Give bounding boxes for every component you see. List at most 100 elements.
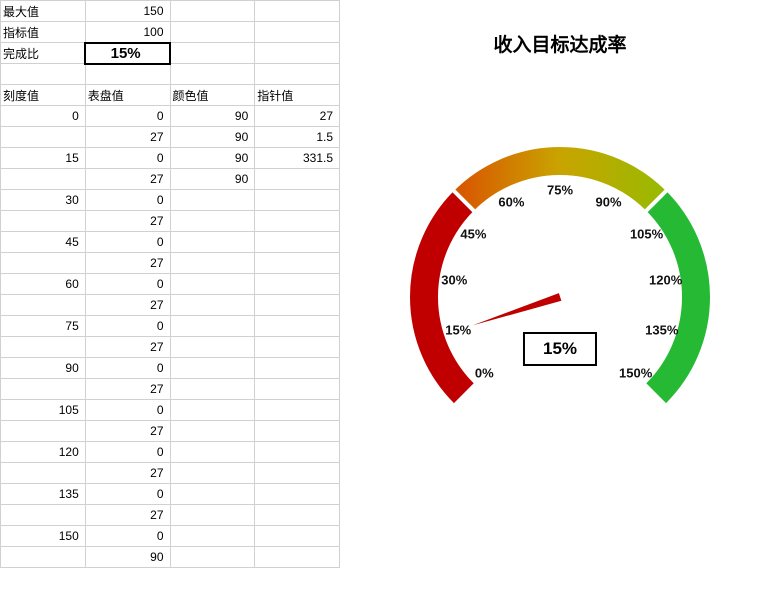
cell-color[interactable] bbox=[170, 253, 255, 274]
cell-dial[interactable]: 27 bbox=[85, 295, 170, 316]
max-label[interactable]: 最大值 bbox=[1, 1, 86, 22]
cell-needle[interactable]: 1.5 bbox=[255, 127, 340, 148]
cell-dial[interactable]: 27 bbox=[85, 379, 170, 400]
data-table[interactable]: 最大值 150 指标值 100 完成比 15% bbox=[0, 0, 340, 568]
cell-scale[interactable] bbox=[1, 463, 86, 484]
cell-needle[interactable] bbox=[255, 253, 340, 274]
empty-cell[interactable] bbox=[170, 1, 255, 22]
cell-scale[interactable] bbox=[1, 379, 86, 400]
cell-dial[interactable]: 0 bbox=[85, 526, 170, 547]
empty-cell[interactable] bbox=[170, 43, 255, 64]
cell-dial[interactable]: 27 bbox=[85, 337, 170, 358]
cell-dial[interactable]: 0 bbox=[85, 106, 170, 127]
cell-color[interactable]: 90 bbox=[170, 148, 255, 169]
cell-color[interactable] bbox=[170, 337, 255, 358]
cell-needle[interactable]: 331.5 bbox=[255, 148, 340, 169]
max-value-cell[interactable]: 150 bbox=[85, 1, 170, 22]
cell-dial[interactable]: 0 bbox=[85, 232, 170, 253]
cell-dial[interactable]: 0 bbox=[85, 442, 170, 463]
cell-scale[interactable]: 30 bbox=[1, 190, 86, 211]
cell-scale[interactable] bbox=[1, 211, 86, 232]
cell-color[interactable] bbox=[170, 211, 255, 232]
cell-scale[interactable]: 150 bbox=[1, 526, 86, 547]
cell-needle[interactable] bbox=[255, 442, 340, 463]
cell-scale[interactable] bbox=[1, 169, 86, 190]
empty-cell[interactable] bbox=[255, 43, 340, 64]
cell-needle[interactable] bbox=[255, 169, 340, 190]
cell-dial[interactable]: 27 bbox=[85, 421, 170, 442]
cell-color[interactable] bbox=[170, 526, 255, 547]
cell-dial[interactable]: 90 bbox=[85, 547, 170, 568]
cell-color[interactable] bbox=[170, 379, 255, 400]
cell-color[interactable]: 90 bbox=[170, 127, 255, 148]
cell-scale[interactable]: 45 bbox=[1, 232, 86, 253]
cell-scale[interactable] bbox=[1, 127, 86, 148]
cell-needle[interactable] bbox=[255, 316, 340, 337]
cell-color[interactable] bbox=[170, 505, 255, 526]
cell-color[interactable] bbox=[170, 484, 255, 505]
cell-needle[interactable] bbox=[255, 379, 340, 400]
col-scale-header[interactable]: 刻度值 bbox=[1, 85, 86, 106]
target-label[interactable]: 指标值 bbox=[1, 22, 86, 43]
col-color-header[interactable]: 颜色值 bbox=[170, 85, 255, 106]
cell-needle[interactable] bbox=[255, 400, 340, 421]
cell-needle[interactable]: 27 bbox=[255, 106, 340, 127]
cell-dial[interactable]: 27 bbox=[85, 505, 170, 526]
cell-needle[interactable] bbox=[255, 505, 340, 526]
cell-color[interactable] bbox=[170, 274, 255, 295]
empty-cell[interactable] bbox=[170, 22, 255, 43]
completion-value-cell[interactable]: 15% bbox=[85, 43, 170, 64]
cell-scale[interactable] bbox=[1, 505, 86, 526]
cell-needle[interactable] bbox=[255, 463, 340, 484]
cell-dial[interactable]: 27 bbox=[85, 211, 170, 232]
cell-color[interactable] bbox=[170, 358, 255, 379]
cell-scale[interactable] bbox=[1, 421, 86, 442]
cell-needle[interactable] bbox=[255, 526, 340, 547]
cell-scale[interactable]: 15 bbox=[1, 148, 86, 169]
cell-needle[interactable] bbox=[255, 421, 340, 442]
cell-color[interactable]: 90 bbox=[170, 106, 255, 127]
cell-dial[interactable]: 0 bbox=[85, 484, 170, 505]
cell-scale[interactable]: 60 bbox=[1, 274, 86, 295]
cell-scale[interactable] bbox=[1, 337, 86, 358]
cell-needle[interactable] bbox=[255, 232, 340, 253]
cell-dial[interactable]: 0 bbox=[85, 190, 170, 211]
cell-scale[interactable]: 90 bbox=[1, 358, 86, 379]
empty-cell[interactable] bbox=[255, 1, 340, 22]
cell-color[interactable] bbox=[170, 442, 255, 463]
cell-dial[interactable]: 27 bbox=[85, 463, 170, 484]
cell-scale[interactable]: 105 bbox=[1, 400, 86, 421]
cell-color[interactable] bbox=[170, 400, 255, 421]
col-needle-header[interactable]: 指针值 bbox=[255, 85, 340, 106]
target-value-cell[interactable]: 100 bbox=[85, 22, 170, 43]
cell-scale[interactable] bbox=[1, 253, 86, 274]
cell-color[interactable] bbox=[170, 421, 255, 442]
cell-needle[interactable] bbox=[255, 190, 340, 211]
empty-cell[interactable] bbox=[255, 22, 340, 43]
completion-label[interactable]: 完成比 bbox=[1, 43, 86, 64]
cell-color[interactable]: 90 bbox=[170, 169, 255, 190]
cell-dial[interactable]: 0 bbox=[85, 358, 170, 379]
cell-color[interactable] bbox=[170, 295, 255, 316]
cell-dial[interactable]: 0 bbox=[85, 148, 170, 169]
cell-needle[interactable] bbox=[255, 484, 340, 505]
cell-dial[interactable]: 27 bbox=[85, 169, 170, 190]
cell-needle[interactable] bbox=[255, 337, 340, 358]
col-dial-header[interactable]: 表盘值 bbox=[85, 85, 170, 106]
cell-color[interactable] bbox=[170, 232, 255, 253]
cell-color[interactable] bbox=[170, 190, 255, 211]
cell-scale[interactable]: 120 bbox=[1, 442, 86, 463]
cell-dial[interactable]: 27 bbox=[85, 253, 170, 274]
cell-scale[interactable]: 0 bbox=[1, 106, 86, 127]
cell-scale[interactable] bbox=[1, 295, 86, 316]
cell-dial[interactable]: 0 bbox=[85, 274, 170, 295]
cell-dial[interactable]: 27 bbox=[85, 127, 170, 148]
cell-needle[interactable] bbox=[255, 358, 340, 379]
cell-needle[interactable] bbox=[255, 547, 340, 568]
cell-color[interactable] bbox=[170, 547, 255, 568]
cell-needle[interactable] bbox=[255, 211, 340, 232]
cell-color[interactable] bbox=[170, 463, 255, 484]
cell-scale[interactable] bbox=[1, 547, 86, 568]
cell-needle[interactable] bbox=[255, 274, 340, 295]
cell-dial[interactable]: 0 bbox=[85, 400, 170, 421]
